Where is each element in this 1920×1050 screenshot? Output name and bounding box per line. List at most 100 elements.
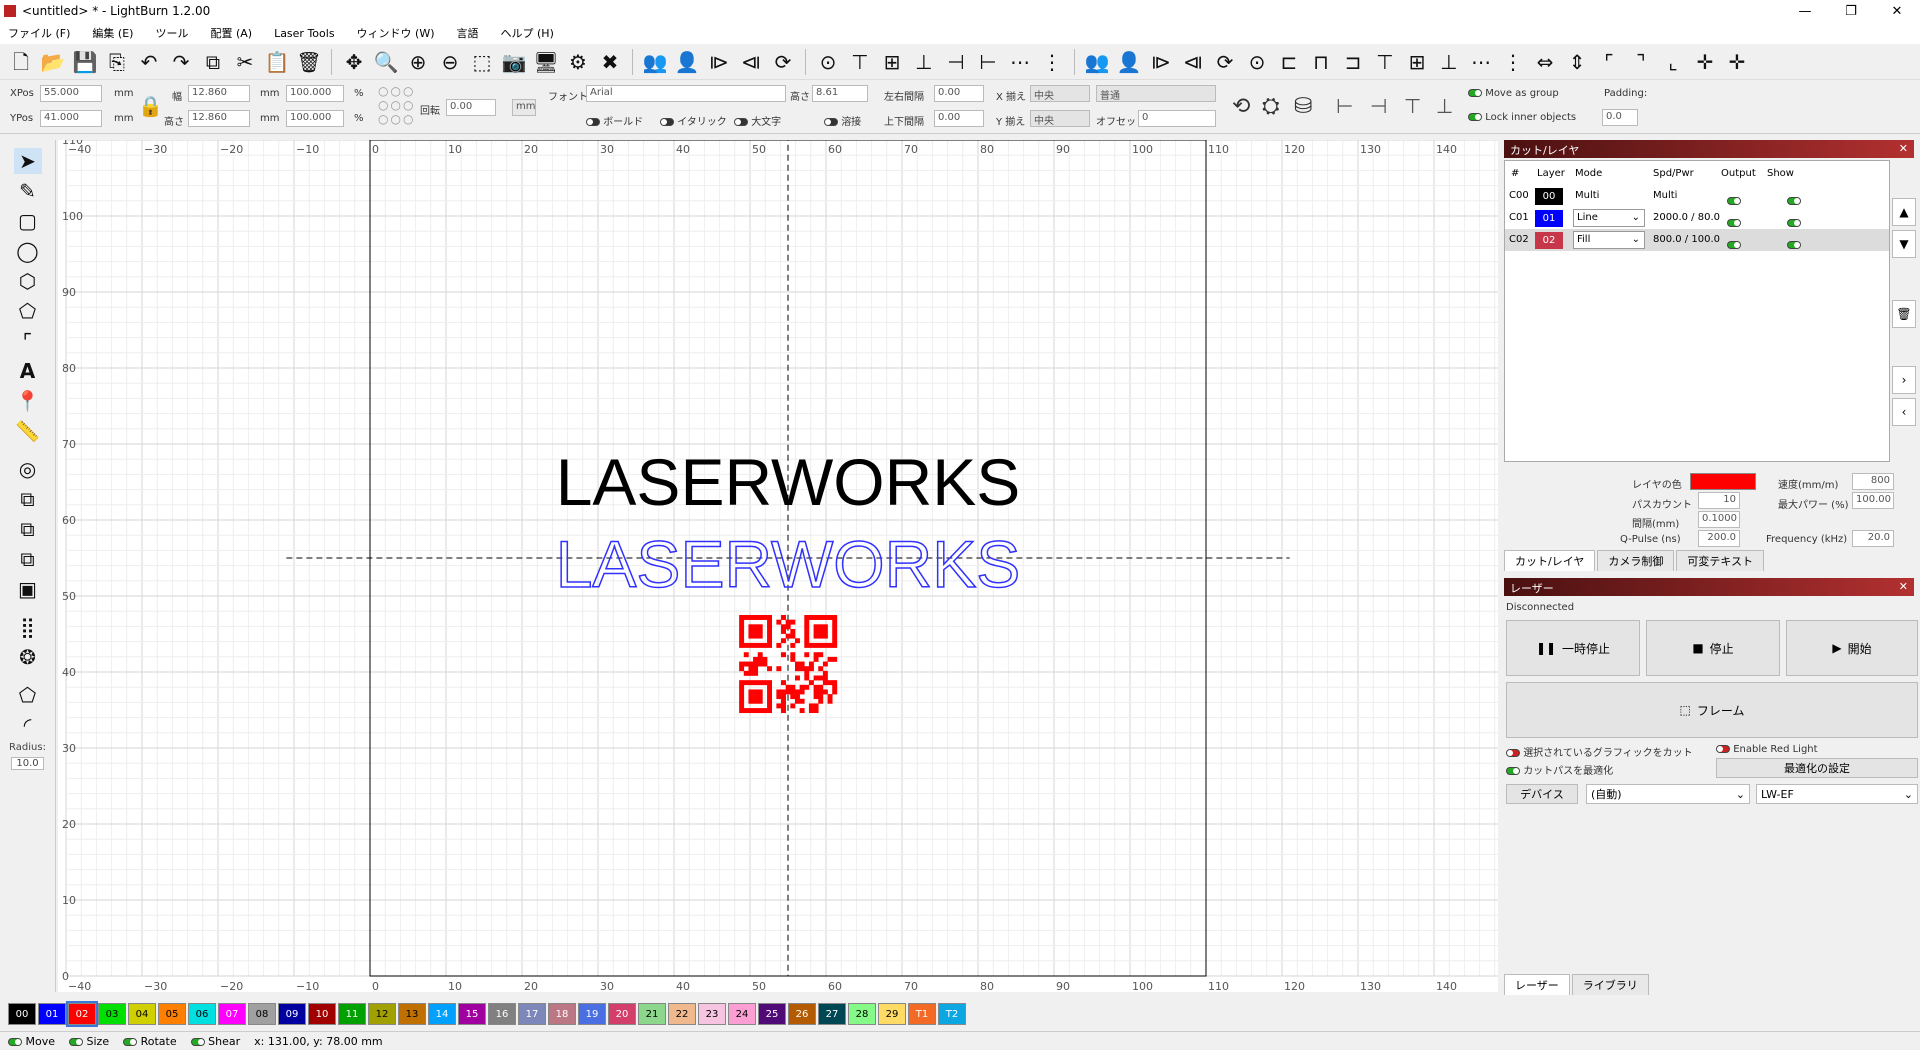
flip-icon[interactable]: ⧐ xyxy=(1148,49,1174,75)
start-button[interactable]: ▶ 開始 xyxy=(1786,620,1918,676)
align-center-icon[interactable]: ⊙ xyxy=(1244,49,1270,75)
boolean-union-icon[interactable]: ⧉ xyxy=(14,486,42,512)
cut-icon[interactable]: ✂ xyxy=(232,49,258,75)
crosshair-icon[interactable]: ✛ xyxy=(1692,49,1718,75)
palette-swatch[interactable]: T2 xyxy=(938,1003,966,1025)
device-profile-select[interactable]: LW-EF ⌄ xyxy=(1756,784,1918,804)
align-icon[interactable]: ⊢ xyxy=(1336,94,1353,118)
move-as-group-toggle[interactable]: Move as group xyxy=(1468,88,1559,99)
select-arrow-icon[interactable]: ➤ xyxy=(13,148,42,174)
size-icon[interactable]: ⇕ xyxy=(1564,49,1590,75)
new-file-icon[interactable]: 🗋 xyxy=(8,49,34,75)
rotate-input[interactable]: 0.00 xyxy=(446,99,496,116)
unit-toggle-button[interactable]: mm xyxy=(512,99,536,116)
height-percent-input[interactable]: 100.000 xyxy=(286,110,344,127)
distribute-icon[interactable]: ⋮ xyxy=(1500,49,1526,75)
palette-swatch[interactable]: 24 xyxy=(728,1003,756,1025)
corner-icon[interactable]: ⌝ xyxy=(1628,49,1654,75)
align-center-icon[interactable]: ⊙ xyxy=(815,49,841,75)
height-input[interactable]: 12.860 xyxy=(188,110,250,127)
palette-swatch[interactable]: 01 xyxy=(38,1003,66,1025)
palette-swatch[interactable]: 22 xyxy=(668,1003,696,1025)
distribute-v-icon[interactable]: ⋮ xyxy=(1039,49,1065,75)
palette-swatch[interactable]: 29 xyxy=(878,1003,906,1025)
path-tool-icon[interactable]: ⟲ xyxy=(1232,94,1250,119)
mirror-vertical-icon[interactable]: ⧏ xyxy=(738,49,764,75)
save-icon[interactable]: 💾 xyxy=(72,49,98,75)
font-style-select[interactable]: 普通 xyxy=(1096,85,1216,102)
tools-icon[interactable]: ✖ xyxy=(597,49,623,75)
boolean-intersect-icon[interactable]: ⧉ xyxy=(14,546,42,572)
align-icon[interactable]: ⊣ xyxy=(1370,94,1387,118)
font-select[interactable]: Arial xyxy=(586,85,786,102)
palette-swatch[interactable]: 27 xyxy=(818,1003,846,1025)
minimize-button[interactable]: — xyxy=(1782,0,1828,22)
frame-corner-icon[interactable]: ⌜ xyxy=(14,328,42,354)
polygon-icon[interactable]: ⬡ xyxy=(14,268,42,294)
max-power-input[interactable]: 100.00 xyxy=(1852,492,1894,509)
close-button[interactable]: ✕ xyxy=(1874,0,1920,22)
align-vcenter-icon[interactable]: ⊞ xyxy=(1404,49,1430,75)
optimize-toggle[interactable]: カットパスを最適化 xyxy=(1506,762,1613,777)
align-icon[interactable]: ⊤ xyxy=(1404,94,1421,118)
palette-swatch[interactable]: 12 xyxy=(368,1003,396,1025)
cut-selected-toggle[interactable]: 選択されているグラフィックをカット xyxy=(1506,744,1693,759)
align-right-icon[interactable]: ⊢ xyxy=(975,49,1001,75)
delete-icon[interactable]: 🗑 xyxy=(296,49,322,75)
radius-input[interactable]: 10.0 xyxy=(11,757,44,770)
menu-help[interactable]: ヘルプ (H) xyxy=(501,25,554,41)
palette-swatch[interactable]: 00 xyxy=(8,1003,36,1025)
pentagon-icon[interactable]: ⬠ xyxy=(14,298,42,324)
paste-icon[interactable]: 📋 xyxy=(264,49,290,75)
vspace-input[interactable]: 0.00 xyxy=(934,110,984,127)
rotate-status-toggle[interactable]: Rotate xyxy=(123,1035,177,1048)
xpos-input[interactable]: 55.000 xyxy=(40,85,102,102)
move-layer-up-icon[interactable]: ▲ xyxy=(1892,198,1916,226)
chevron-left-icon[interactable]: ‹ xyxy=(1892,398,1916,426)
align-middle-icon[interactable]: ⊞ xyxy=(879,49,905,75)
device-button[interactable]: デバイス xyxy=(1506,784,1578,804)
palette-swatch[interactable]: 28 xyxy=(848,1003,876,1025)
design-canvas[interactable]: −40 −40 −30 −30 −20 −20 −10 −10 0 0 10 10 20 20 30 30 40… xyxy=(58,124,1533,993)
tab-laser[interactable]: レーザー xyxy=(1504,974,1570,995)
cylinder-icon[interactable]: ⛁ xyxy=(1294,94,1312,119)
move-layer-down-icon[interactable]: ▼ xyxy=(1892,230,1916,258)
size-icon[interactable]: ⇔ xyxy=(1532,49,1558,75)
ungroup-icon[interactable]: 👤 xyxy=(1116,49,1142,75)
tab-camera-control[interactable]: カメラ制御 xyxy=(1597,550,1675,571)
menu-laser-tools[interactable]: Laser Tools xyxy=(274,27,334,40)
palette-swatch[interactable]: 15 xyxy=(458,1003,486,1025)
grid-array-icon[interactable]: ⣿ xyxy=(14,614,42,640)
mirror-horizontal-icon[interactable]: ⧐ xyxy=(706,49,732,75)
palette-swatch[interactable]: T1 xyxy=(908,1003,936,1025)
frame-button[interactable]: ⬚ フレーム xyxy=(1506,682,1918,738)
rectangle-icon[interactable]: ▢ xyxy=(14,208,42,234)
layer-row-selected[interactable]: C02 02 Fill ⌄ 800.0 / 100.0 xyxy=(1505,229,1889,251)
menu-arrange[interactable]: 配置 (A) xyxy=(210,25,252,41)
size-status-toggle[interactable]: Size xyxy=(69,1035,109,1048)
width-input[interactable]: 12.860 xyxy=(188,85,250,102)
palette-swatch[interactable]: 07 xyxy=(218,1003,246,1025)
offset-input[interactable]: 0 xyxy=(1138,110,1216,127)
flip-icon[interactable]: ⧏ xyxy=(1180,49,1206,75)
group-icon[interactable]: 👥 xyxy=(1084,49,1110,75)
layer-row[interactable]: C01 01 Line ⌄ 2000.0 / 80.0 xyxy=(1505,207,1889,229)
corner-icon[interactable]: ⌞ xyxy=(1660,49,1686,75)
italic-toggle[interactable]: イタリック xyxy=(660,113,727,128)
optimization-settings-button[interactable]: 最適化の設定 xyxy=(1716,758,1918,778)
layer-mode-select[interactable]: Line ⌄ xyxy=(1573,209,1645,227)
padding-input[interactable]: 0.0 xyxy=(1602,109,1638,126)
ellipse-icon[interactable]: ◯ xyxy=(14,238,42,264)
red-light-toggle[interactable]: Enable Red Light xyxy=(1716,744,1818,755)
delete-layer-icon[interactable]: 🗑 xyxy=(1892,300,1916,328)
tab-variable-text[interactable]: 可変テキスト xyxy=(1676,550,1765,571)
layer-mode-select[interactable]: Fill ⌄ xyxy=(1573,231,1645,249)
camera-icon[interactable]: 📷 xyxy=(501,49,527,75)
text-object-black[interactable]: LASERWORKS xyxy=(556,445,1021,519)
palette-swatch[interactable]: 18 xyxy=(548,1003,576,1025)
palette-swatch[interactable]: 16 xyxy=(488,1003,516,1025)
xalign-select[interactable]: 中央 xyxy=(1030,85,1090,102)
zoom-pan-icon[interactable]: 🔍 xyxy=(373,49,399,75)
menu-edit[interactable]: 編集 (E) xyxy=(92,25,133,41)
uppercase-toggle[interactable]: 大文字 xyxy=(734,113,781,128)
